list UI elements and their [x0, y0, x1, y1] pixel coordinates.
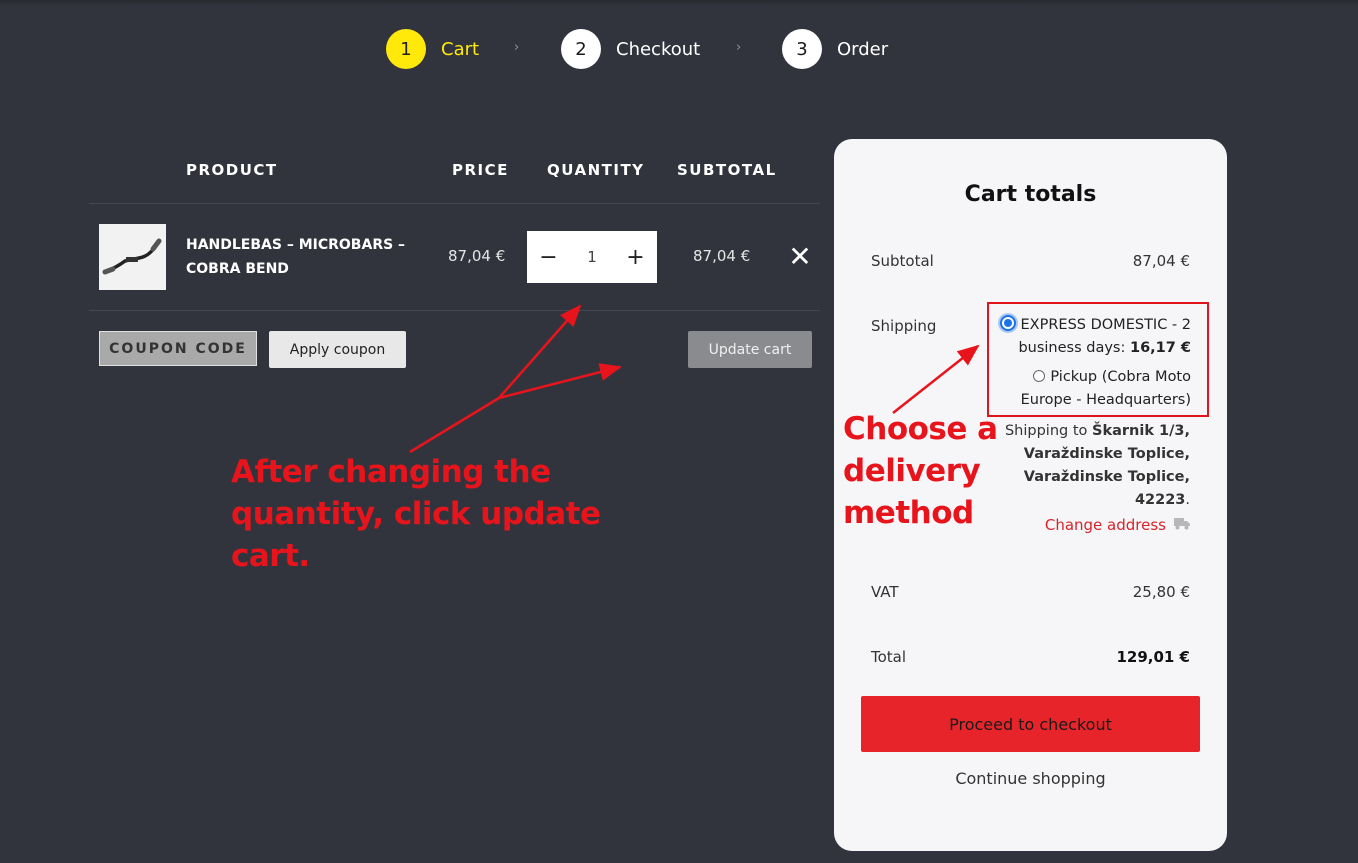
shipping-option-pickup[interactable]: Pickup (Cobra Moto Europe - Headquarters…	[995, 366, 1191, 412]
shipping-label: Shipping	[871, 317, 937, 335]
header-subtotal: SUBTOTAL	[677, 161, 777, 179]
address-suffix: .	[1185, 492, 1190, 508]
divider	[89, 203, 820, 204]
chevron-right-icon: ›	[736, 40, 742, 55]
update-cart-button[interactable]: Update cart	[688, 331, 812, 368]
arrow-to-quantity	[498, 304, 582, 399]
step-order[interactable]: 3 Order	[782, 29, 888, 69]
step-number: 3	[782, 29, 822, 69]
shipping-option-label: Pickup (Cobra Moto Europe - Headquarters…	[1020, 369, 1191, 408]
total-value: 129,01 €	[1116, 648, 1190, 666]
checkout-steps: 1 Cart › 2 Checkout › 3 Order	[386, 29, 926, 69]
quantity-stepper[interactable]: − 1 +	[527, 231, 657, 283]
shipping-option-express[interactable]: EXPRESS DOMESTIC - 2 business days: 16,1…	[995, 314, 1191, 360]
arrow-line	[409, 396, 500, 454]
proceed-to-checkout-button[interactable]: Proceed to checkout	[861, 696, 1200, 752]
header-quantity: QUANTITY	[547, 161, 645, 179]
radio-button-checked[interactable]	[999, 315, 1016, 331]
top-shadow	[0, 0, 1358, 6]
annotation-delivery-note: Choose a delivery method	[843, 411, 998, 531]
arrow-to-update-cart	[498, 363, 622, 400]
product-price: 87,04 €	[448, 247, 506, 265]
step-number: 1	[386, 29, 426, 69]
quantity-increase-button[interactable]: +	[614, 231, 657, 283]
quantity-input[interactable]: 1	[570, 248, 614, 266]
vat-value: 25,80 €	[1132, 583, 1190, 601]
handlebar-image-icon	[102, 238, 162, 275]
total-label: Total	[871, 648, 907, 666]
shipping-destination: Shipping to Škarnik 1/3, Varaždinske Top…	[970, 420, 1190, 512]
product-thumbnail[interactable]	[99, 224, 166, 290]
step-label: Checkout	[616, 38, 701, 60]
coupon-code-input[interactable]: COUPON CODE	[99, 331, 257, 366]
remove-item-button[interactable]: ✕	[787, 240, 813, 273]
step-cart[interactable]: 1 Cart	[386, 29, 479, 69]
continue-shopping-link[interactable]: Continue shopping	[834, 769, 1227, 788]
header-product: PRODUCT	[186, 161, 278, 179]
product-subtotal: 87,04 €	[693, 247, 751, 265]
divider	[89, 310, 820, 311]
vat-label: VAT	[871, 583, 899, 601]
apply-coupon-button[interactable]: Apply coupon	[269, 331, 406, 368]
cart-totals-title: Cart totals	[964, 182, 1097, 207]
radio-button[interactable]	[1033, 370, 1046, 382]
change-address-link[interactable]: Change address	[1045, 516, 1190, 534]
product-name[interactable]: HANDLEBAS – MICROBARS – COBRA BEND	[186, 233, 426, 281]
chevron-right-icon: ›	[514, 40, 520, 55]
step-label: Cart	[441, 38, 480, 60]
subtotal-value: 87,04 €	[1132, 252, 1190, 270]
step-checkout[interactable]: 2 Checkout	[561, 29, 700, 69]
step-label: Order	[837, 38, 889, 60]
quantity-decrease-button[interactable]: −	[527, 231, 570, 283]
shipping-options-highlight: EXPRESS DOMESTIC - 2 business days: 16,1…	[987, 302, 1209, 417]
step-number: 2	[561, 29, 601, 69]
shipping-option-price: 16,17 €	[1129, 340, 1191, 356]
header-price: PRICE	[452, 161, 509, 179]
subtotal-label: Subtotal	[871, 252, 934, 270]
truck-icon	[1174, 517, 1190, 534]
annotation-quantity-note: After changing the quantity, click updat…	[231, 454, 601, 574]
cart-totals-card: Cart totals Subtotal 87,04 € Shipping EX…	[834, 139, 1227, 851]
shipping-to-prefix: Shipping to	[1004, 423, 1088, 439]
change-address-label: Change address	[1044, 516, 1166, 534]
